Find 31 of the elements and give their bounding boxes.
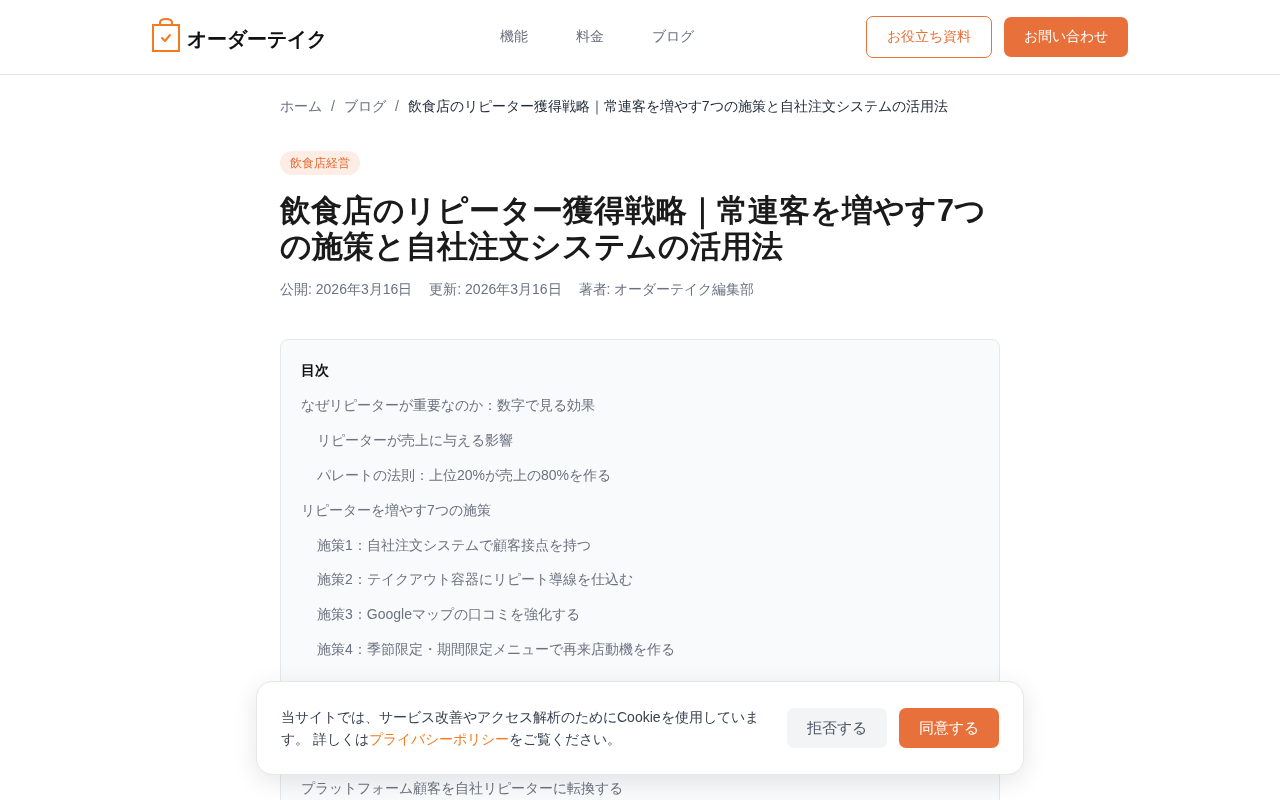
privacy-policy-link[interactable]: プライバシーポリシー — [368, 731, 509, 747]
article-meta: 更新: 2026年3月16日 — [429, 280, 562, 299]
toc-link[interactable]: リピーターを増やす7つの施策 — [301, 499, 491, 520]
shopping-bag-icon — [152, 18, 180, 52]
category-tag: 飲食店経営 — [280, 151, 360, 175]
toc-link[interactable]: 施策2：テイクアウト容器にリピート導線を仕込む — [317, 569, 633, 590]
nav-link[interactable]: 機能 — [499, 28, 528, 46]
toc-link[interactable]: 施策4：季節限定・期間限定メニューで再来店動機を作る — [317, 638, 675, 659]
article-meta: 著者: オーダーテイク編集部 — [578, 280, 755, 299]
brand-name[interactable]: オーダーテイク — [187, 25, 327, 53]
toc-link[interactable]: プラットフォーム顧客を自社リピーターに転換する — [301, 778, 623, 799]
nav-link[interactable]: ブログ — [651, 28, 694, 46]
nav-link[interactable]: 料金 — [575, 28, 604, 46]
toc-link[interactable]: パレートの法則：上位20%が売上の80%を作る — [317, 465, 612, 485]
breadcrumb-separator: / — [394, 97, 399, 115]
toc-link[interactable]: 施策1：自社注文システムで顧客接点を持つ — [317, 534, 591, 555]
toc-link[interactable]: 施策3：Googleマップの口コミを強化する — [317, 604, 580, 625]
contact-button[interactable]: お問い合わせ — [1004, 17, 1128, 57]
toc-heading: 目次 — [301, 361, 329, 380]
breadcrumb-link[interactable]: ホーム — [280, 97, 322, 115]
breadcrumb-separator: / — [331, 97, 335, 115]
toc-link[interactable]: リピーターが売上に与える影響 — [317, 430, 513, 451]
breadcrumb-link[interactable]: ブログ — [343, 97, 386, 115]
accept-button[interactable]: 同意する — [899, 708, 999, 748]
cookie-notice: 当サイトでは、サービス改善やアクセス解析のためにCookieを使用しています。 詳しくはプライバシーポリシーをご覧ください。 — [281, 708, 760, 749]
toc-link[interactable]: なぜリピーターが重要なのか：数字で見る効果 — [301, 395, 595, 416]
article-meta: 公開: 2026年3月16日 — [280, 280, 413, 299]
reject-button[interactable]: 拒否する — [787, 708, 887, 748]
resources-button[interactable]: お役立ち資料 — [866, 16, 992, 58]
article-title: 飲食店のリピーター獲得戦略｜常連客を増やす7つの施策と自社注文システムの活用法 — [280, 192, 987, 264]
breadcrumb-current: 飲食店のリピーター獲得戦略｜常連客を増やす7つの施策と自社注文システムの活用法 — [407, 97, 948, 115]
